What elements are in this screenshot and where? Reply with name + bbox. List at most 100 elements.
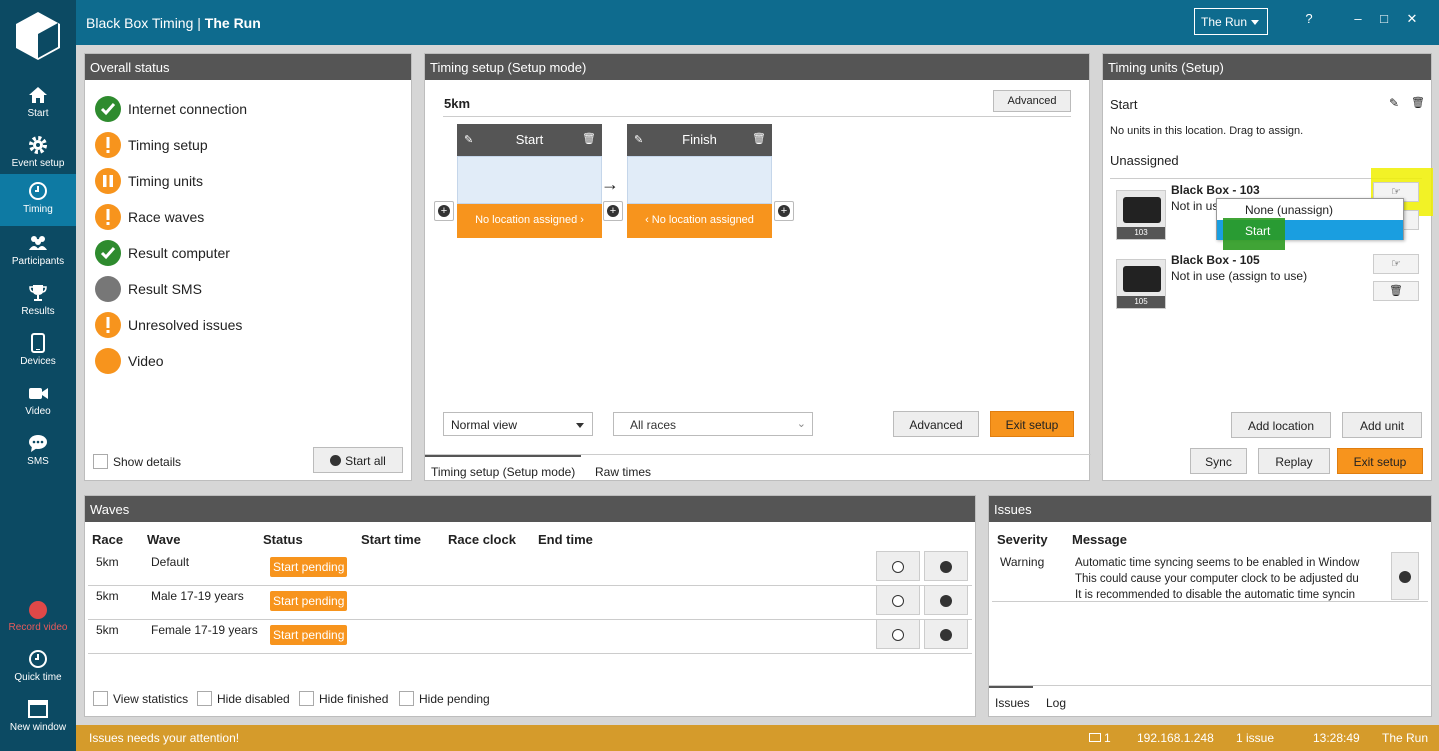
- cell-wave: Male 17-19 years: [151, 589, 244, 603]
- filter-label: View statistics: [113, 692, 189, 706]
- pencil-icon[interactable]: ✎: [634, 133, 643, 146]
- nav-sms[interactable]: SMS: [0, 426, 76, 474]
- table-row[interactable]: 5km Default Start pending: [88, 551, 972, 586]
- pencil-icon[interactable]: ✎: [464, 133, 473, 146]
- location-drop-area[interactable]: [627, 156, 772, 204]
- replay-button[interactable]: Replay: [1258, 448, 1330, 474]
- nav-devices[interactable]: Devices: [0, 326, 76, 374]
- dropdown-option-start[interactable]: Start: [1217, 218, 1403, 250]
- add-location-after-button[interactable]: +: [774, 201, 794, 221]
- clock-icon: [892, 560, 904, 573]
- expand-button[interactable]: [924, 619, 968, 649]
- trash-icon[interactable]: 🗑: [752, 132, 766, 145]
- location-start[interactable]: ✎ Start 🗑 No location assigned ›: [457, 124, 602, 239]
- close-icon: ✕: [1406, 11, 1418, 26]
- table-row[interactable]: Warning Automatic time syncing seems to …: [992, 552, 1428, 602]
- tab-log[interactable]: Log: [1046, 688, 1066, 710]
- panel-title: Waves: [85, 496, 975, 522]
- message-line: It is recommended to disable the automat…: [1075, 589, 1355, 601]
- unit-105-assign-button[interactable]: ☞: [1373, 254, 1419, 274]
- exit-setup-units-button[interactable]: Exit setup: [1337, 448, 1423, 474]
- hide-pending-checkbox[interactable]: [399, 691, 414, 706]
- trash-icon[interactable]: 🗑: [582, 132, 596, 145]
- panel-title: Timing setup (Setup mode): [425, 54, 1089, 80]
- view-select[interactable]: Normal view: [443, 412, 593, 436]
- dropdown-option-none[interactable]: None (unassign): [1245, 203, 1333, 217]
- nav-label: Participants: [11, 256, 65, 267]
- status-badge: Start pending: [270, 625, 348, 645]
- tab-issues[interactable]: Issues: [989, 686, 1033, 716]
- trash-icon[interactable]: 🗑: [1411, 96, 1425, 109]
- location-finish[interactable]: ✎ Finish 🗑 ‹ No location assigned: [627, 124, 772, 239]
- tab-raw-times[interactable]: Raw times: [595, 457, 651, 479]
- status-badge: Start pending: [270, 591, 348, 611]
- help-icon: ?: [1305, 11, 1313, 26]
- add-location-before-button[interactable]: +: [434, 201, 454, 221]
- plus-icon: +: [438, 205, 450, 217]
- issue-expand-button[interactable]: [1391, 552, 1419, 600]
- nav-label: Quick time: [14, 672, 62, 683]
- sync-button[interactable]: Sync: [1190, 448, 1247, 474]
- nav-participants[interactable]: Participants: [0, 226, 76, 274]
- clock-icon: [892, 628, 904, 641]
- col-message: Message: [1072, 532, 1127, 547]
- issues-tabs: Issues Log: [988, 685, 1432, 717]
- hide-disabled-checkbox[interactable]: [197, 691, 212, 706]
- chevron-down-icon: [940, 560, 952, 573]
- location-header: ✎ Start 🗑: [457, 124, 602, 156]
- tablet-icon: [31, 333, 45, 353]
- nav-event-setup[interactable]: Event setup: [0, 128, 76, 176]
- start-time-button[interactable]: [876, 551, 920, 581]
- nav-video[interactable]: Video: [0, 376, 76, 424]
- view-select-value: Normal view: [451, 418, 518, 432]
- pencil-icon[interactable]: ✎: [1389, 96, 1399, 110]
- expand-button[interactable]: [924, 585, 968, 615]
- advanced-button[interactable]: Advanced: [893, 411, 979, 437]
- arrow-right-icon: →: [601, 174, 619, 194]
- start-time-button[interactable]: [876, 585, 920, 615]
- new-window-button[interactable]: New window: [0, 692, 76, 740]
- table-row[interactable]: 5km Female 17-19 years Start pending: [88, 619, 972, 654]
- minimize-button[interactable]: –: [1348, 11, 1368, 26]
- record-video-button[interactable]: Record video: [0, 592, 76, 640]
- hide-finished-checkbox[interactable]: [299, 691, 314, 706]
- nav-timing[interactable]: Timing: [0, 174, 76, 226]
- waves-panel: Waves Race Wave Status Start time Race c…: [84, 495, 976, 717]
- expand-button[interactable]: [924, 551, 968, 581]
- table-row[interactable]: 5km Male 17-19 years Start pending: [88, 585, 972, 620]
- event-name: The Run: [204, 15, 261, 31]
- view-statistics-checkbox[interactable]: [93, 691, 108, 706]
- chevron-left-icon: ‹: [645, 214, 649, 226]
- tab-timing-setup[interactable]: Timing setup (Setup mode): [425, 455, 581, 481]
- start-all-button[interactable]: Start all: [313, 447, 403, 473]
- chat-icon: [29, 435, 47, 452]
- event-select[interactable]: The Run: [1194, 8, 1268, 35]
- nav-start[interactable]: Start: [0, 78, 76, 126]
- quick-time-button[interactable]: Quick time: [0, 642, 76, 690]
- add-unit-button[interactable]: Add unit: [1342, 412, 1422, 438]
- add-location-button[interactable]: Add location: [1231, 412, 1331, 438]
- case-icon: [1123, 266, 1161, 292]
- location-name: Start: [515, 132, 544, 147]
- add-location-between-button[interactable]: +: [603, 201, 623, 221]
- unit-103-image[interactable]: 103: [1116, 190, 1166, 240]
- unit-103-status: Not in us: [1171, 199, 1219, 213]
- show-details-checkbox[interactable]: [93, 454, 108, 469]
- location-drop-area[interactable]: [457, 156, 602, 204]
- clock-time: 13:28:49: [1313, 731, 1360, 745]
- nav-results[interactable]: Results: [0, 276, 76, 324]
- timing-setup-panel: Timing setup (Setup mode) 5km Advanced +…: [424, 53, 1091, 481]
- help-button[interactable]: ?: [1299, 11, 1319, 26]
- issue-count[interactable]: 1 issue: [1236, 731, 1274, 745]
- close-button[interactable]: ✕: [1402, 11, 1422, 27]
- start-time-button[interactable]: [876, 619, 920, 649]
- unit-105-image[interactable]: 105: [1116, 259, 1166, 309]
- unit-number: 103: [1117, 227, 1165, 239]
- unit-105-delete-button[interactable]: 🗑: [1373, 281, 1419, 301]
- race-select[interactable]: All races ⌄: [613, 412, 813, 436]
- advanced-top-button[interactable]: Advanced: [993, 90, 1071, 112]
- col-wave: Wave: [147, 532, 181, 547]
- exit-setup-button[interactable]: Exit setup: [990, 411, 1074, 437]
- timing-units-panel: Timing units (Setup) Start ✎ 🗑 No units …: [1102, 53, 1433, 481]
- maximize-button[interactable]: □: [1374, 11, 1394, 26]
